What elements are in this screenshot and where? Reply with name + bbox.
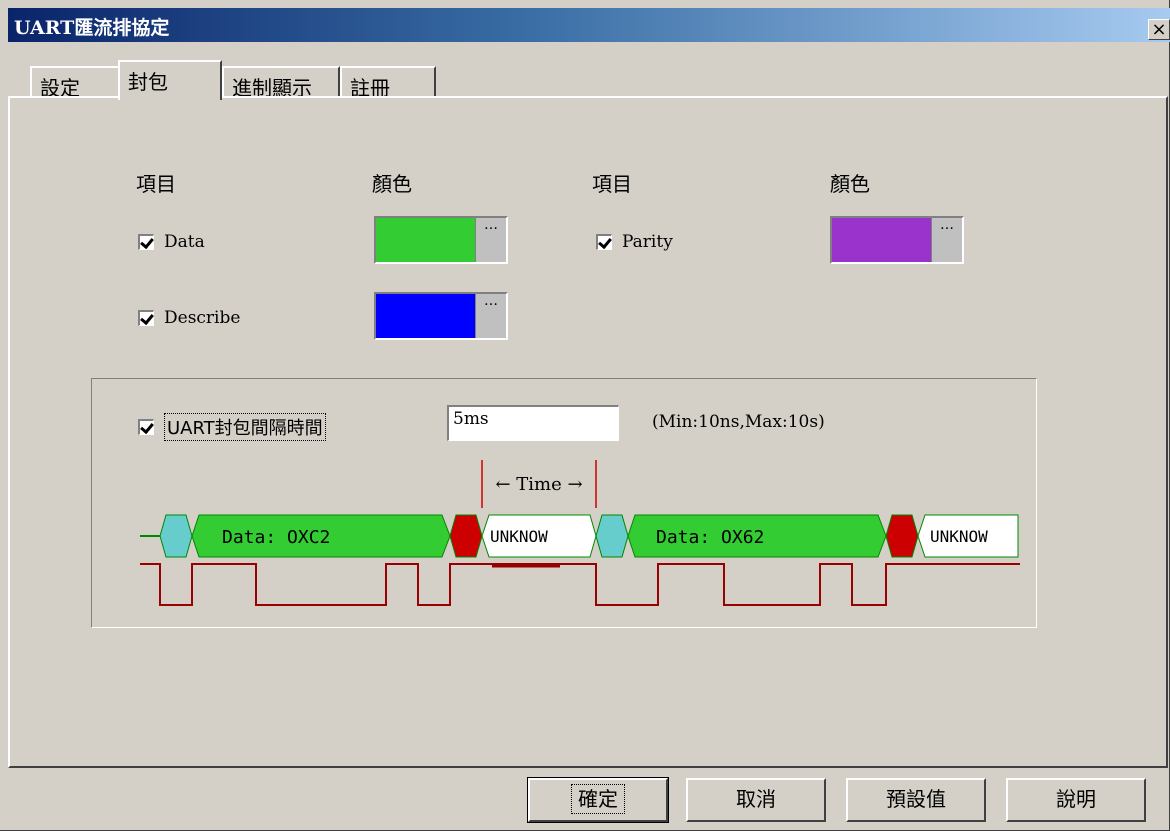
gap-packet-2-label: UNKNOW (930, 527, 988, 546)
data-packet-1-label: Data: OXC2 (222, 527, 330, 548)
help-button-label: 說明 (1056, 787, 1096, 811)
ok-button[interactable]: 確定 (527, 777, 669, 823)
parity-bit-1 (449, 514, 483, 558)
signal-waveform (140, 563, 1020, 606)
cancel-button[interactable]: 取消 (686, 778, 826, 822)
data-packet-2-label: Data: OX62 (656, 527, 764, 548)
parity-bit-2 (885, 514, 919, 558)
gap-packet-1-label: UNKNOW (490, 527, 548, 546)
cancel-button-label: 取消 (736, 787, 776, 811)
defaults-button[interactable]: 預設值 (846, 778, 986, 822)
ok-button-label: 確定 (571, 784, 625, 814)
start-bit-1 (159, 514, 193, 558)
time-label: ← Time → (495, 474, 582, 495)
start-bit-2 (595, 514, 629, 558)
uart-timing-diagram: ← Time → Data: OXC2 UNKNOW Data: OX62 UN… (140, 460, 1020, 606)
tab-packet[interactable]: 封包 (118, 60, 222, 100)
help-button[interactable]: 說明 (1006, 778, 1146, 822)
defaults-button-label: 預設值 (886, 787, 946, 811)
uart-protocol-dialog: UART匯流排協定 × 設定 封包 進制顯示 註冊 項目 顏色 項目 顏色 Da… (0, 0, 1170, 831)
